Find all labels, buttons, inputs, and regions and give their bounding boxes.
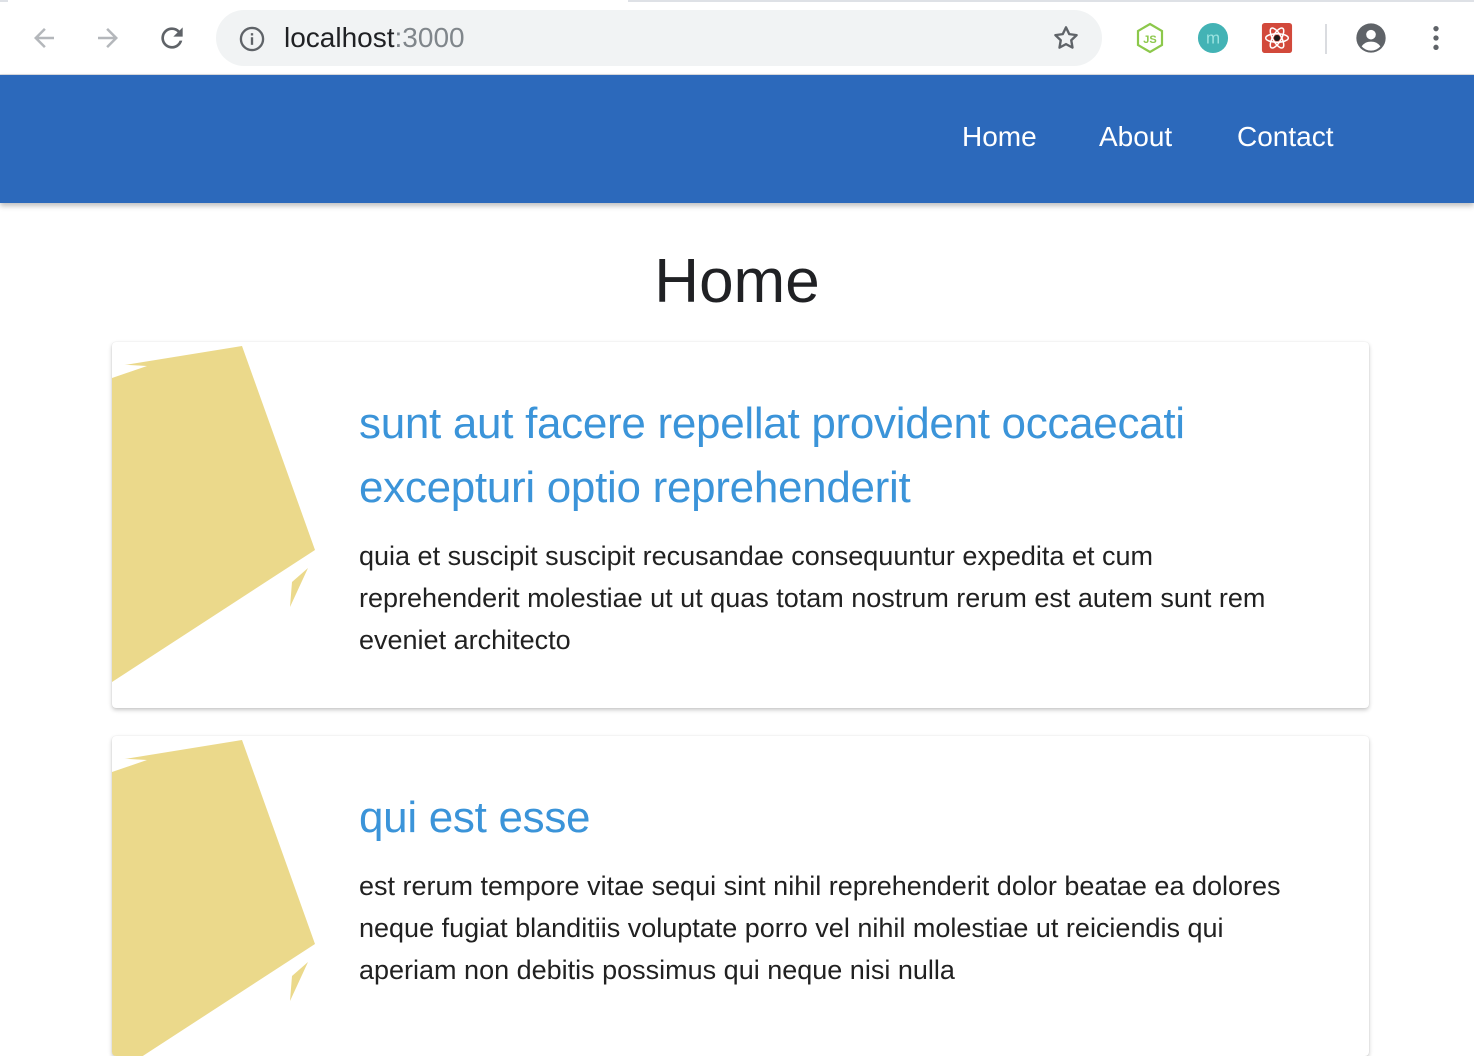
arrow-right-icon <box>98 28 118 48</box>
post-card[interactable]: qui est esse est rerum tempore vitae seq… <box>112 736 1369 1056</box>
kebab-menu-icon[interactable] <box>1420 22 1452 54</box>
nodejs-extension-icon[interactable]: JS <box>1134 22 1166 54</box>
toolbar-divider <box>1325 24 1327 54</box>
forward-button[interactable] <box>88 18 128 58</box>
svg-text:m: m <box>1206 29 1220 48</box>
post-title[interactable]: qui est esse <box>359 786 1319 850</box>
post-card[interactable]: sunt aut facere repellat provident occae… <box>112 342 1369 708</box>
m-extension-icon[interactable]: m <box>1197 22 1229 54</box>
info-icon[interactable] <box>236 23 268 55</box>
svg-text:JS: JS <box>1143 34 1156 46</box>
nav-link-contact[interactable]: Contact <box>1237 121 1334 153</box>
nav-link-about[interactable]: About <box>1099 121 1172 153</box>
react-devtools-extension-icon[interactable] <box>1261 22 1293 54</box>
post-body: est rerum tempore vitae sequi sint nihil… <box>359 871 1281 985</box>
reload-icon <box>161 27 183 49</box>
post-title[interactable]: sunt aut facere repellat provident occae… <box>359 392 1319 520</box>
tab-strip-edge <box>0 0 1474 2</box>
reload-button[interactable] <box>152 18 192 58</box>
app-header: Home About Contact <box>0 75 1474 203</box>
browser-toolbar: localhost:3000 JS m <box>0 0 1474 75</box>
bookmark-star-icon[interactable] <box>1050 22 1082 54</box>
url-port: :3000 <box>394 22 465 53</box>
page-title: Home <box>654 247 820 316</box>
url-host: localhost <box>284 22 395 53</box>
profile-icon[interactable] <box>1355 22 1387 54</box>
url-text: localhost:3000 <box>284 23 465 53</box>
nav-link-home[interactable]: Home <box>962 121 1037 153</box>
back-button[interactable] <box>24 18 64 58</box>
post-body: quia et suscipit suscipit recusandae con… <box>359 541 1266 655</box>
post-thumbnail-image <box>112 346 315 682</box>
post-thumbnail-image <box>112 740 315 1056</box>
address-bar[interactable]: localhost:3000 <box>216 10 1102 66</box>
arrow-left-icon <box>34 28 54 48</box>
